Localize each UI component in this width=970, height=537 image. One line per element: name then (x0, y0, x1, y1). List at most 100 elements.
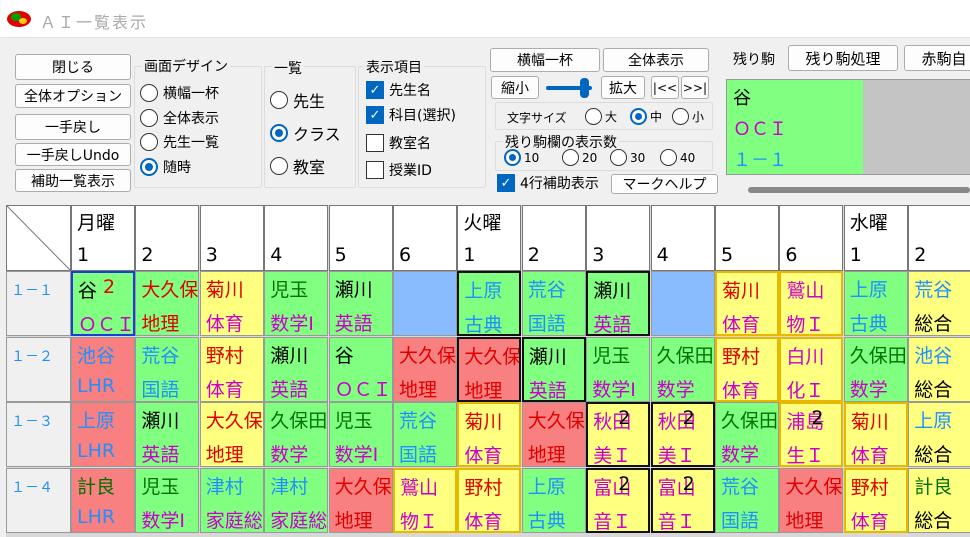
timetable-cell[interactable]: 荒谷 総合 (908, 271, 970, 336)
list-mode-class[interactable]: クラス (270, 121, 341, 145)
period-header[interactable]: 月曜 1 (71, 205, 135, 271)
period-header[interactable]: 3 (199, 205, 264, 271)
timetable-cell[interactable]: 谷 ＯＣＩ (328, 336, 393, 402)
font-size-small[interactable]: 小 (672, 108, 704, 125)
timetable-cell[interactable]: 大久保 地理 (199, 402, 264, 467)
timetable-cell[interactable]: 菊川 体育 (843, 402, 908, 467)
undo-button[interactable]: 一手戻し (15, 114, 131, 140)
enlarge-button[interactable]: 拡大 (601, 76, 645, 99)
timetable-cell[interactable]: 鷲山 物Ｉ (779, 271, 844, 336)
timetable-cell[interactable]: 久保田 数学 (715, 402, 779, 467)
timetable-cell[interactable]: 上原 古典 (843, 271, 908, 336)
timetable-cell[interactable]: 上原 LHR (71, 402, 135, 467)
timetable-cell[interactable]: 池谷 総合 (908, 336, 970, 402)
timetable-cell[interactable]: 野村 体育 (199, 336, 264, 402)
class-row-label[interactable]: １－１ (6, 271, 71, 336)
timetable-cell[interactable]: 野村 体育 (715, 336, 779, 402)
timetable-cell[interactable]: 富山 音Ｉ 2 (650, 467, 715, 533)
timetable-cell[interactable]: 浦島 生Ｉ 2 (779, 402, 844, 467)
remaining-count-20[interactable]: 20 (562, 149, 597, 166)
display-room-checkbox[interactable]: 教室名 (366, 133, 431, 153)
remaining-piece[interactable]: 谷 ＯＣＩ １－１ (727, 80, 863, 174)
timetable-cell[interactable]: 上原 古典 (457, 271, 522, 336)
timetable-cell[interactable]: 荒谷 国語 (521, 271, 586, 336)
timetable-cell[interactable]: 児玉 数学Ⅰ (586, 336, 651, 402)
list-mode-teacher[interactable]: 先生 (270, 88, 325, 112)
timetable-cell[interactable] (393, 271, 457, 336)
timetable-cell[interactable]: 津村 家庭総 (264, 467, 329, 533)
period-header[interactable]: 2 (908, 205, 970, 271)
timetable-cell[interactable]: 瀬川 英語 (328, 271, 393, 336)
list-mode-room[interactable]: 教室 (270, 154, 325, 178)
period-header[interactable]: 2 (135, 205, 200, 271)
display-class-id-checkbox[interactable]: 授業ID (366, 160, 432, 180)
timetable-cell[interactable]: 津村 家庭総 (199, 467, 264, 533)
timetable-cell[interactable]: 瀬川 英語 (521, 336, 586, 402)
class-row-label[interactable]: １－４ (6, 467, 71, 533)
period-header[interactable]: 4 (650, 205, 715, 271)
timetable-cell[interactable]: 大久保 地理 (328, 467, 393, 533)
show-all-button[interactable]: 全体表示 (603, 48, 709, 72)
timetable-cell[interactable]: 児玉 数学Ⅰ (328, 402, 393, 467)
timetable-cell[interactable]: 上原 総合 (908, 402, 970, 467)
remaining-process-button[interactable]: 残り駒処理 (788, 45, 898, 71)
design-option-teachers[interactable]: 先生一覧 (140, 132, 219, 152)
timetable-cell[interactable]: 菊川 体育 (199, 271, 264, 336)
timetable-cell[interactable]: 大久保 地理 (135, 271, 200, 336)
timetable-cell[interactable] (650, 271, 715, 336)
timetable-cell[interactable]: 菊川 体育 (715, 271, 779, 336)
timetable-cell[interactable]: 池谷 LHR (71, 336, 135, 402)
timetable-cell[interactable]: 荒谷 国語 (135, 336, 200, 402)
font-size-medium[interactable]: 中 (630, 108, 662, 125)
timetable-cell[interactable]: 児玉 数学Ⅰ (264, 271, 329, 336)
period-header[interactable]: 水曜 1 (843, 205, 908, 271)
timetable-cell[interactable]: 大久保 地理 (393, 336, 457, 402)
prev-button[interactable]: |<< (651, 76, 679, 99)
timetable-cell[interactable]: 計良 総合 (908, 467, 970, 533)
undo-undo-button[interactable]: 一手戻しUndo (15, 143, 131, 166)
font-size-large[interactable]: 大 (585, 108, 617, 125)
mark-help-button[interactable]: マークヘルプ (611, 174, 718, 194)
timetable-cell[interactable]: 瀬川 英語 (586, 271, 651, 336)
period-header[interactable]: 2 (521, 205, 586, 271)
close-button[interactable]: 閉じる (15, 54, 131, 80)
period-header[interactable]: 5 (715, 205, 779, 271)
period-header[interactable]: 4 (264, 205, 329, 271)
red-piece-button[interactable]: 赤駒自 (904, 45, 970, 71)
timetable-cell[interactable]: 大久保 地理 (779, 467, 844, 533)
period-header[interactable]: 3 (586, 205, 651, 271)
display-subject-checkbox[interactable]: ✓ 科目(選択) (366, 105, 456, 125)
period-header[interactable]: 火曜 1 (457, 205, 522, 271)
timetable-cell[interactable]: 大久保 地理 (521, 402, 586, 467)
timetable-cell[interactable]: 秋田 美Ｉ 2 (586, 402, 651, 467)
period-header[interactable]: 6 (779, 205, 844, 271)
class-row-label[interactable]: １－３ (6, 402, 71, 467)
remaining-count-40[interactable]: 40 (660, 149, 695, 166)
timetable-cell[interactable]: 荒谷 国語 (393, 402, 457, 467)
timetable-cell[interactable]: 野村 体育 (843, 467, 908, 533)
remaining-count-30[interactable]: 30 (610, 149, 645, 166)
timetable-cell[interactable]: 秋田 美Ｉ 2 (650, 402, 715, 467)
four-row-aux-checkbox[interactable]: ✓ 4行補助表示 (497, 173, 599, 193)
aux-list-button[interactable]: 補助一覧表示 (15, 169, 131, 192)
remaining-count-10[interactable]: 10 (504, 149, 539, 166)
timetable-cell[interactable]: 大久保 地理 (457, 336, 522, 402)
timetable-cell[interactable]: 野村 体育 (457, 467, 522, 533)
design-option-wide[interactable]: 横幅一杯 (140, 83, 219, 103)
remaining-scrollbar[interactable] (748, 187, 970, 193)
all-options-button[interactable]: 全体オプション (15, 84, 131, 108)
timetable-cell[interactable]: 菊川 体育 (457, 402, 522, 467)
timetable-cell[interactable]: 久保田 数学 (843, 336, 908, 402)
timetable-cell[interactable]: 鷲山 物Ｉ (393, 467, 457, 533)
timetable-cell[interactable]: 白川 化Ｉ (779, 336, 844, 402)
timetable-cell[interactable]: 富山 音Ｉ 2 (586, 467, 651, 533)
zoom-slider-thumb[interactable] (580, 78, 589, 98)
timetable-cell[interactable]: 久保田 数学 (650, 336, 715, 402)
timetable-cell[interactable]: 上原 古典 (521, 467, 586, 533)
next-button[interactable]: >>| (681, 76, 709, 99)
class-row-label[interactable]: １－２ (6, 336, 71, 402)
design-option-anytime[interactable]: 随時 (140, 157, 191, 177)
timetable-cell[interactable]: 久保田 数学 (264, 402, 329, 467)
timetable-cell[interactable]: 瀬川 英語 (135, 402, 200, 467)
timetable-cell[interactable]: 谷 ＯＣＩ 2 (71, 271, 135, 336)
